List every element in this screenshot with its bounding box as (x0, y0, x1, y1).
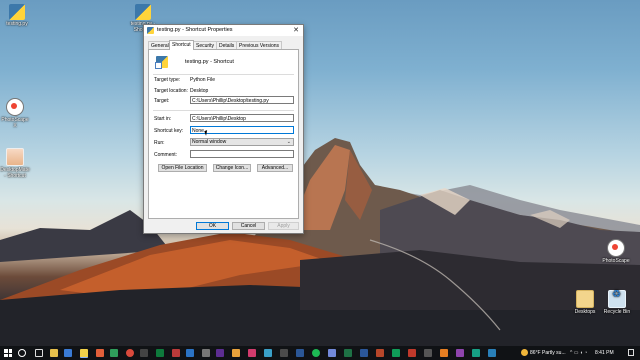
shortcut-properties-dialog: testing.py - Shortcut Properties ✕ Gener… (143, 24, 304, 234)
target-label: Target: (154, 98, 170, 104)
taskbar-app-icon[interactable] (440, 349, 448, 357)
shortcut-tab-panel: testing.py - Shortcut Target type: Pytho… (148, 49, 299, 219)
photoscape-x-icon (6, 98, 24, 116)
apply-button[interactable]: Apply (268, 222, 299, 230)
target-input[interactable]: C:\Users\Phillip\Desktop\testing.py (190, 96, 294, 104)
desktop-icon-label: PhotoScape X (1, 117, 29, 129)
taskbar-app-icon[interactable] (280, 349, 288, 357)
taskbar: 86°F Partly su... ^ ▭ ◖ ◔ 8:41 PM (0, 346, 640, 360)
taskbar-app-icon[interactable] (64, 349, 72, 357)
taskbar-app-icon[interactable] (408, 349, 416, 357)
desktop-icon-label: testing.py (6, 21, 28, 27)
taskbar-app-icon[interactable] (264, 349, 272, 357)
run-select-value: Normal window (192, 139, 227, 145)
powerpoint-icon[interactable] (376, 349, 384, 357)
taskbar-app-icon[interactable] (456, 349, 464, 357)
taskbar-app-icon[interactable] (186, 349, 194, 357)
target-type-value: Python File (190, 77, 216, 83)
taskbar-app-icon[interactable] (216, 349, 224, 357)
shortcut-name: testing.py - Shortcut (185, 59, 234, 65)
taskbar-app-icon[interactable] (110, 349, 118, 357)
taskbar-app-icon[interactable] (232, 349, 240, 357)
open-file-location-button[interactable]: Open File Location (158, 164, 207, 172)
advanced-button[interactable]: Advanced... (257, 164, 293, 172)
desktop-icon-label: PhotoScape (602, 258, 630, 264)
dialog-titlebar[interactable]: testing.py - Shortcut Properties ✕ (144, 25, 303, 36)
excel-icon[interactable] (344, 349, 352, 357)
mountain-landscape (0, 138, 640, 346)
ok-button[interactable]: OK (196, 222, 229, 230)
python-file-icon (147, 27, 154, 34)
file-explorer-icon[interactable] (50, 349, 58, 357)
desktop-icon-photoscape-x[interactable]: PhotoScape X (0, 98, 30, 129)
target-location-label: Target location: (154, 88, 188, 94)
word-icon[interactable] (360, 349, 368, 357)
python-file-icon (9, 4, 25, 20)
start-in-label: Start in: (154, 116, 172, 122)
discord-icon[interactable] (328, 349, 336, 357)
taskbar-app-icon[interactable] (392, 349, 400, 357)
recycle-bin-icon (608, 290, 626, 308)
desktopmate-icon (6, 148, 24, 166)
chrome-icon[interactable] (126, 349, 134, 357)
taskbar-app-icon[interactable] (296, 349, 304, 357)
task-view-icon[interactable] (35, 349, 43, 357)
desktop-icon-recycle-bin[interactable]: Recycle Bin (602, 290, 632, 315)
run-label: Run: (154, 140, 165, 146)
python-shortcut-icon (155, 56, 168, 69)
weather-icon[interactable] (521, 349, 528, 356)
system-tray-icons[interactable]: ^ ▭ ◖ ◔ (570, 350, 587, 356)
target-type-label: Target type: (154, 77, 181, 83)
taskbar-app-icon[interactable] (172, 349, 180, 357)
taskbar-app-icon[interactable] (156, 349, 164, 357)
desktop-icon-label: DesktopMate - Shortcut (0, 167, 30, 179)
taskbar-app-icon[interactable] (472, 349, 480, 357)
close-icon[interactable]: ✕ (289, 25, 303, 36)
desktop-wallpaper (0, 0, 640, 346)
notification-icon[interactable] (628, 349, 634, 356)
tab-shortcut[interactable]: Shortcut (169, 40, 194, 50)
search-icon[interactable] (18, 349, 26, 357)
desktops-icon (576, 290, 594, 308)
spotify-icon[interactable] (312, 349, 320, 357)
desktop-icon-desktops[interactable]: Desktops (570, 290, 600, 315)
run-select[interactable]: Normal window ⌄ (190, 138, 294, 146)
taskbar-app-icon[interactable] (140, 349, 148, 357)
shortcut-key-label: Shortcut key: (154, 128, 184, 134)
target-location-value: Desktop (190, 88, 209, 94)
python-shortcut-icon (135, 4, 151, 20)
photoscape-icon (607, 239, 625, 257)
taskbar-app-icon[interactable] (202, 349, 210, 357)
desktop-icon-desktopmate[interactable]: DesktopMate - Shortcut (0, 148, 30, 179)
taskbar-app-icon[interactable] (96, 349, 104, 357)
taskbar-app-icon[interactable] (248, 349, 256, 357)
start-in-input[interactable]: C:\Users\Phillip\Desktop (190, 114, 294, 122)
change-icon-button[interactable]: Change Icon... (213, 164, 251, 172)
dialog-title: testing.py - Shortcut Properties (157, 27, 233, 33)
divider (153, 74, 294, 75)
cancel-button[interactable]: Cancel (232, 222, 265, 230)
comment-input[interactable] (190, 150, 294, 158)
weather-text[interactable]: 86°F Partly su... (530, 350, 566, 356)
taskbar-app-icon[interactable] (488, 349, 496, 357)
desktop-icon-testing-py[interactable]: testing.py (2, 4, 32, 27)
desktop-icon-label: Desktops (574, 309, 596, 315)
desktop-icon-photoscape[interactable]: PhotoScape (601, 239, 631, 264)
comment-label: Comment: (154, 152, 178, 158)
desktop-icon-label: Recycle Bin (603, 309, 631, 315)
clock[interactable]: 8:41 PM (595, 350, 614, 356)
python-taskbar-icon[interactable] (80, 349, 88, 358)
divider (153, 110, 294, 111)
windows-start-icon[interactable] (4, 349, 12, 357)
taskbar-app-icon[interactable] (424, 349, 432, 357)
chevron-down-icon: ⌄ (286, 139, 291, 145)
